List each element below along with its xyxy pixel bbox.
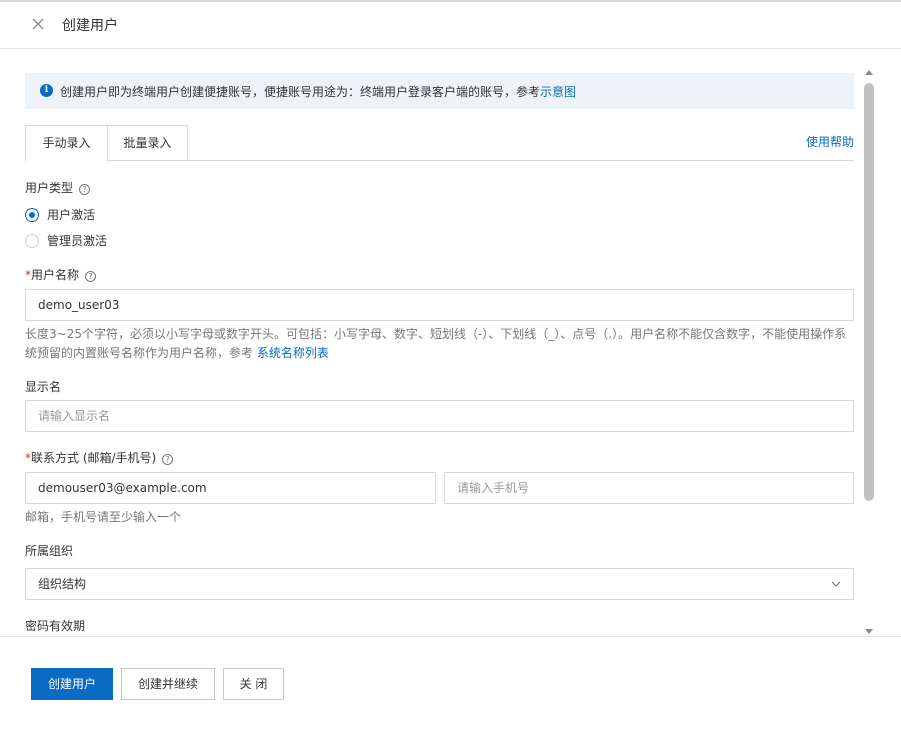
username-label-text: 用户名称 <box>31 268 80 282</box>
display-name-label: 显示名 <box>25 380 62 394</box>
user-type-label: 用户类型? <box>25 179 91 196</box>
question-circle-icon[interactable]: ? <box>162 454 174 465</box>
display-name-input[interactable]: 请输入显示名 <box>25 400 854 432</box>
username-hint: 长度3~25个字符，必须以小写字母或数字开头。可包括：小写字母、数字、短划线（-… <box>25 325 855 363</box>
radio-admin-activation[interactable]: 管理员激活 <box>25 232 107 249</box>
entry-tabs: 手动录入 批量录入 使用帮助 <box>25 125 854 162</box>
org-label: 所属组织 <box>25 544 74 558</box>
email-field[interactable]: demouser03@example.com <box>25 472 436 504</box>
username-label: *用户名称? <box>25 266 97 283</box>
radio-button[interactable] <box>25 233 39 248</box>
tab-batch-entry[interactable]: 批量录入 <box>107 125 188 161</box>
scroll-down-arrow[interactable] <box>865 629 873 634</box>
radio-label: 管理员激活 <box>47 234 108 248</box>
info-icon: i <box>40 84 53 97</box>
create-user-button[interactable]: 创建用户 <box>31 668 113 700</box>
contact-label-text: 联系方式 (邮箱/手机号) <box>31 451 157 465</box>
phone-field[interactable]: 请输入手机号 <box>444 472 854 504</box>
dialog-header: 创建用户 <box>0 2 901 49</box>
org-select[interactable]: 组织结构 <box>25 568 854 600</box>
notice-message: 创建用户即为终端用户创建便捷账号，便捷账号用途为：终端用户登录客户端的账号，参考 <box>60 85 541 99</box>
username-input[interactable]: demo_user03 <box>25 289 854 321</box>
close-button[interactable]: 关 闭 <box>223 668 284 700</box>
org-select-value: 组织结构 <box>38 577 87 591</box>
dialog-body[interactable]: i 创建用户即为终端用户创建便捷账号，便捷账号用途为：终端用户登录客户端的账号，… <box>0 50 901 636</box>
diagram-link[interactable]: 示意图 <box>540 85 576 99</box>
chevron-down-icon <box>831 581 841 587</box>
close-icon[interactable] <box>30 16 46 32</box>
scroll-up-arrow[interactable] <box>865 70 873 75</box>
create-and-continue-button[interactable]: 创建并继续 <box>121 668 215 700</box>
question-circle-icon[interactable]: ? <box>79 184 91 195</box>
scrollbar-thumb[interactable] <box>864 83 874 501</box>
info-notice: i 创建用户即为终端用户创建便捷账号，便捷账号用途为：终端用户登录客户端的账号，… <box>25 73 854 109</box>
system-names-link[interactable]: 系统名称列表 <box>257 346 329 360</box>
user-type-label-text: 用户类型 <box>25 181 74 195</box>
contact-label: *联系方式 (邮箱/手机号)? <box>25 449 174 466</box>
radio-user-activation[interactable]: 用户激活 <box>25 206 95 223</box>
tab-manual-entry[interactable]: 手动录入 <box>25 125 108 162</box>
help-link[interactable]: 使用帮助 <box>806 133 854 150</box>
radio-label: 用户激活 <box>47 208 96 222</box>
radio-button-selected[interactable] <box>25 207 39 222</box>
password-expiry-label: 密码有效期 <box>25 619 86 633</box>
contact-hint: 邮箱，手机号请至少输入一个 <box>25 510 182 524</box>
username-hint-text: 长度3~25个字符，必须以小写字母或数字开头。可包括：小写字母、数字、短划线（-… <box>25 327 847 360</box>
dialog-footer: 创建用户 创建并继续 关 闭 <box>0 636 901 730</box>
dialog-title: 创建用户 <box>62 18 118 34</box>
notice-text: 创建用户即为终端用户创建便捷账号，便捷账号用途为：终端用户登录客户端的账号，参考… <box>60 83 576 100</box>
question-circle-icon[interactable]: ? <box>85 271 97 282</box>
